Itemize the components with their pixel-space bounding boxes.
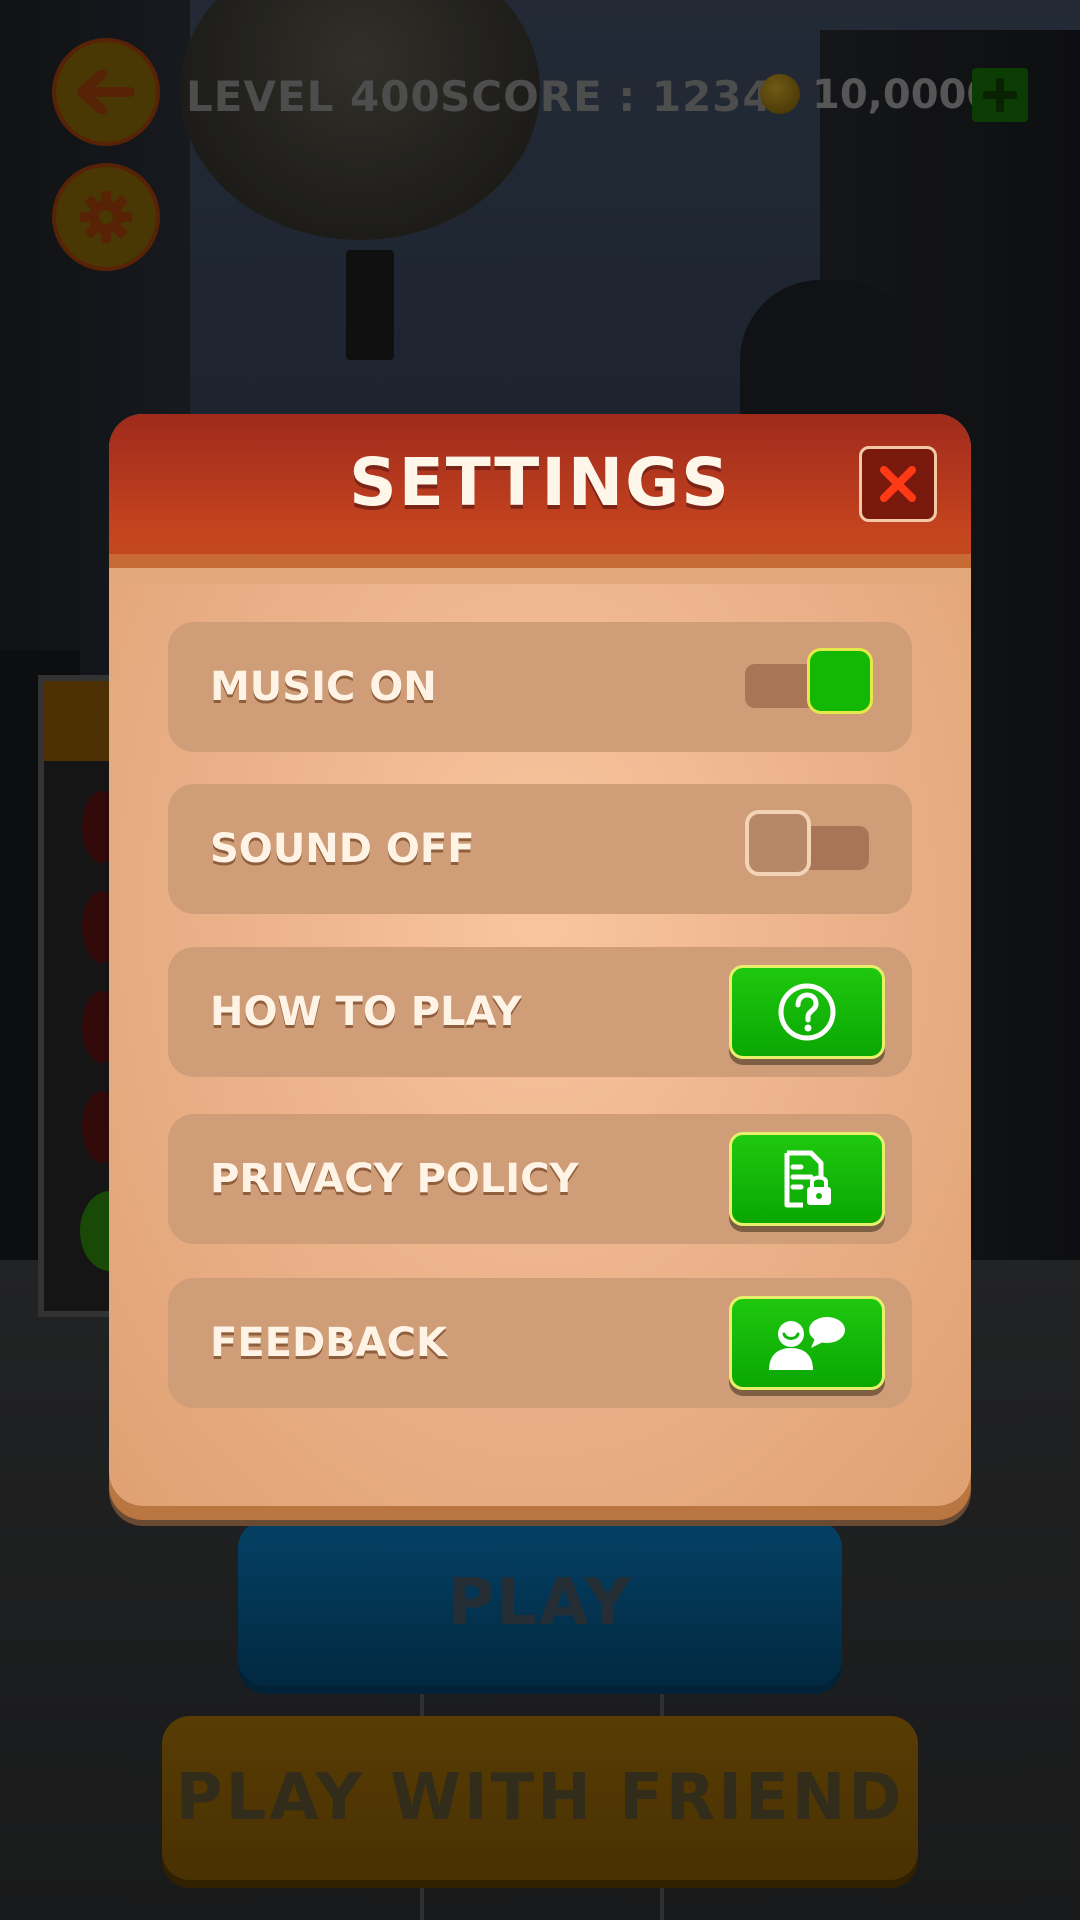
sound-setting-row: SOUND OFF [168, 784, 912, 914]
toggle-knob-on [807, 648, 873, 714]
header-divider [109, 554, 971, 568]
privacy-policy-button[interactable] [729, 1132, 885, 1226]
document-lock-icon [784, 1150, 831, 1208]
music-setting-label: MUSIC ON [210, 664, 437, 710]
how-to-play-button[interactable] [729, 965, 885, 1059]
privacy-policy-label: PRIVACY POLICY [210, 1156, 579, 1202]
privacy-policy-row: PRIVACY POLICY [168, 1114, 912, 1244]
feedback-label: FEEDBACK [210, 1320, 447, 1366]
toggle-knob-off [745, 810, 811, 876]
close-icon [880, 466, 916, 502]
close-button[interactable] [859, 446, 937, 522]
settings-dialog: SETTINGS MUSIC ON SOUND OFF HOW TO PLAY [109, 414, 971, 1506]
sound-toggle[interactable] [745, 810, 869, 876]
how-to-play-row: HOW TO PLAY [168, 947, 912, 1077]
sound-setting-label: SOUND OFF [210, 826, 475, 872]
settings-title: SETTINGS [349, 444, 731, 521]
feedback-row: FEEDBACK [168, 1278, 912, 1408]
how-to-play-label: HOW TO PLAY [210, 989, 522, 1035]
feedback-button[interactable] [729, 1296, 885, 1390]
music-setting-row: MUSIC ON [168, 622, 912, 752]
question-icon [778, 983, 836, 1041]
chat-user-icon [769, 1317, 845, 1370]
music-toggle[interactable] [745, 648, 873, 714]
header-divider [109, 568, 971, 584]
